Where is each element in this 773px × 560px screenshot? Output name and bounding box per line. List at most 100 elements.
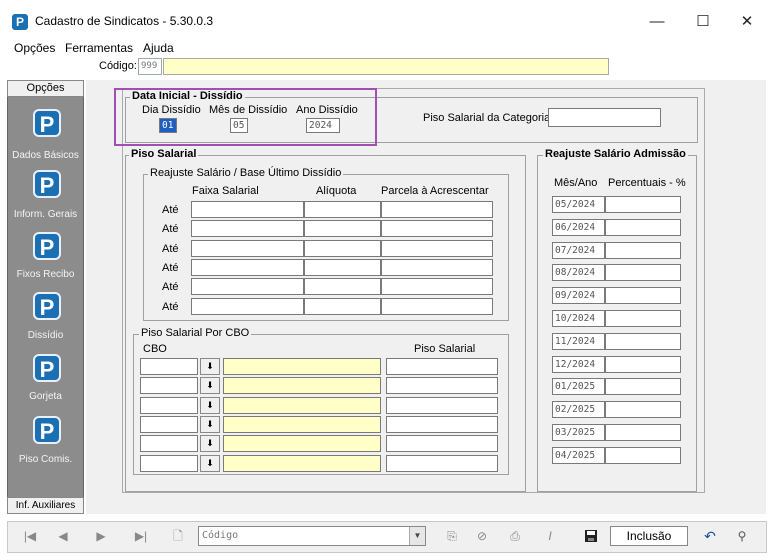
faixa-salarial-input[interactable]	[191, 278, 304, 296]
chevron-down-icon[interactable]: ▼	[409, 527, 425, 545]
sidebar-item-gorjeta[interactable]: Gorjeta	[7, 391, 84, 402]
aliquota-input[interactable]	[304, 220, 381, 238]
parcela-header: Parcela à Acrescentar	[381, 185, 489, 197]
percentual-input[interactable]	[605, 218, 681, 236]
percentual-input[interactable]	[605, 287, 681, 305]
percentual-input[interactable]	[605, 332, 681, 350]
inform-gerais-icon[interactable]: P	[33, 170, 61, 198]
piso-salarial-cbo-input[interactable]	[386, 454, 498, 472]
download-icon[interactable]: ⬇	[200, 358, 220, 375]
mes-ano-field: 10/2024	[552, 310, 605, 327]
piso-categoria-input[interactable]	[548, 108, 661, 127]
minimize-button[interactable]: —	[634, 8, 680, 36]
faixa-salarial-input[interactable]	[191, 220, 304, 238]
binoculars-icon[interactable]: ⚲	[729, 526, 755, 546]
cbo-description-field[interactable]	[223, 377, 381, 395]
piso-salarial-cbo-input[interactable]	[386, 435, 498, 453]
close-button[interactable]: ✕	[724, 8, 770, 36]
sidebar-header[interactable]: Opções	[7, 80, 84, 97]
faixa-salarial-input[interactable]	[191, 239, 304, 257]
cbo-description-field[interactable]	[223, 358, 381, 375]
codigo-description-field[interactable]	[163, 58, 609, 75]
cbo-description-field[interactable]	[223, 454, 381, 472]
sidebar-item-dissidio[interactable]: Dissídio	[7, 330, 84, 341]
mes-ano-field: 07/2024	[552, 241, 605, 259]
last-record-icon[interactable]: ▶|	[128, 526, 154, 546]
percentual-input[interactable]	[605, 196, 681, 213]
parcela-input[interactable]	[381, 239, 493, 257]
faixa-salarial-input[interactable]	[191, 258, 304, 276]
sidebar-footer-inf-auxiliares[interactable]: Inf. Auxiliares	[7, 497, 84, 514]
ate-label: Até	[162, 242, 179, 255]
cbo-input[interactable]	[140, 435, 198, 453]
mes-ano-field: 12/2024	[552, 355, 605, 373]
previous-record-icon[interactable]: ◀	[50, 526, 76, 546]
download-icon[interactable]: ⬇	[200, 454, 220, 472]
menu-ajuda[interactable]: Ajuda	[143, 41, 174, 55]
percentual-input[interactable]	[605, 378, 681, 396]
copy-icon[interactable]: ⎘	[439, 526, 465, 546]
undo-icon[interactable]: ↶	[697, 526, 723, 546]
aliquota-input[interactable]	[304, 201, 381, 218]
percentual-input[interactable]	[605, 446, 681, 464]
menu-opcoes[interactable]: Opções	[14, 41, 55, 55]
cbo-input[interactable]	[140, 415, 198, 433]
piso-salarial-cbo-input[interactable]	[386, 415, 498, 433]
new-document-icon[interactable]: 🗋	[165, 526, 191, 546]
download-icon[interactable]: ⬇	[200, 396, 220, 414]
aliquota-input[interactable]	[304, 297, 381, 315]
cbo-description-field[interactable]	[223, 396, 381, 414]
parcela-input[interactable]	[381, 220, 493, 238]
sidebar-item-fixos-recibo[interactable]: Fixos Recibo	[7, 269, 84, 280]
percentual-input[interactable]	[605, 424, 681, 441]
cbo-input[interactable]	[140, 358, 198, 375]
piso-salarial-cbo-input[interactable]	[386, 358, 498, 375]
sidebar-item-inform-gerais[interactable]: Inform. Gerais	[7, 209, 84, 220]
piso-salarial-cbo-input[interactable]	[386, 377, 498, 395]
mes-ano-field: 02/2025	[552, 401, 605, 419]
delete-icon[interactable]: ⊘	[469, 526, 495, 546]
percentual-input[interactable]	[605, 241, 681, 259]
ate-label: Até	[162, 281, 179, 294]
dissidio-icon[interactable]: P	[33, 292, 61, 320]
print-icon[interactable]: ⎙	[502, 526, 528, 546]
search-field-combo[interactable]: Código	[198, 526, 426, 546]
parcela-input[interactable]	[381, 201, 493, 218]
percentual-input[interactable]	[605, 355, 681, 373]
download-icon[interactable]: ⬇	[200, 435, 220, 453]
fixos-recibo-icon[interactable]: P	[33, 232, 61, 260]
percentual-input[interactable]	[605, 264, 681, 282]
cbo-input[interactable]	[140, 454, 198, 472]
sidebar-item-dados-basicos[interactable]: Dados Básicos	[7, 150, 84, 161]
percentuais-header: Percentuais - %	[608, 177, 686, 189]
cbo-description-field[interactable]	[223, 415, 381, 433]
faixa-salarial-input[interactable]	[191, 297, 304, 315]
download-icon[interactable]: ⬇	[200, 415, 220, 433]
menu-ferramentas[interactable]: Ferramentas	[65, 41, 133, 55]
cbo-input[interactable]	[140, 377, 198, 395]
download-icon[interactable]: ⬇	[200, 377, 220, 395]
maximize-button[interactable]: ☐	[680, 8, 726, 36]
percentual-input[interactable]	[605, 401, 681, 419]
gorjeta-icon[interactable]: P	[33, 354, 61, 382]
codigo-input[interactable]: 999	[138, 58, 162, 75]
parcela-input[interactable]	[381, 278, 493, 296]
dados-basicos-icon[interactable]: P	[33, 109, 61, 137]
cbo-input[interactable]	[140, 396, 198, 414]
edit-icon[interactable]: I	[537, 526, 563, 546]
aliquota-input[interactable]	[304, 239, 381, 257]
save-icon[interactable]	[578, 526, 604, 546]
parcela-input[interactable]	[381, 297, 493, 315]
piso-salarial-title: Piso Salarial	[129, 148, 199, 160]
cbo-description-field[interactable]	[223, 435, 381, 453]
faixa-salarial-input[interactable]	[191, 201, 304, 218]
next-record-icon[interactable]: ▶	[88, 526, 114, 546]
piso-salarial-cbo-input[interactable]	[386, 396, 498, 414]
first-record-icon[interactable]: |◀	[17, 526, 43, 546]
percentual-input[interactable]	[605, 310, 681, 327]
aliquota-input[interactable]	[304, 278, 381, 296]
parcela-input[interactable]	[381, 258, 493, 276]
piso-comis-icon[interactable]: P	[33, 416, 61, 444]
sidebar-item-piso-comis[interactable]: Piso Comis.	[7, 454, 84, 465]
aliquota-input[interactable]	[304, 258, 381, 276]
